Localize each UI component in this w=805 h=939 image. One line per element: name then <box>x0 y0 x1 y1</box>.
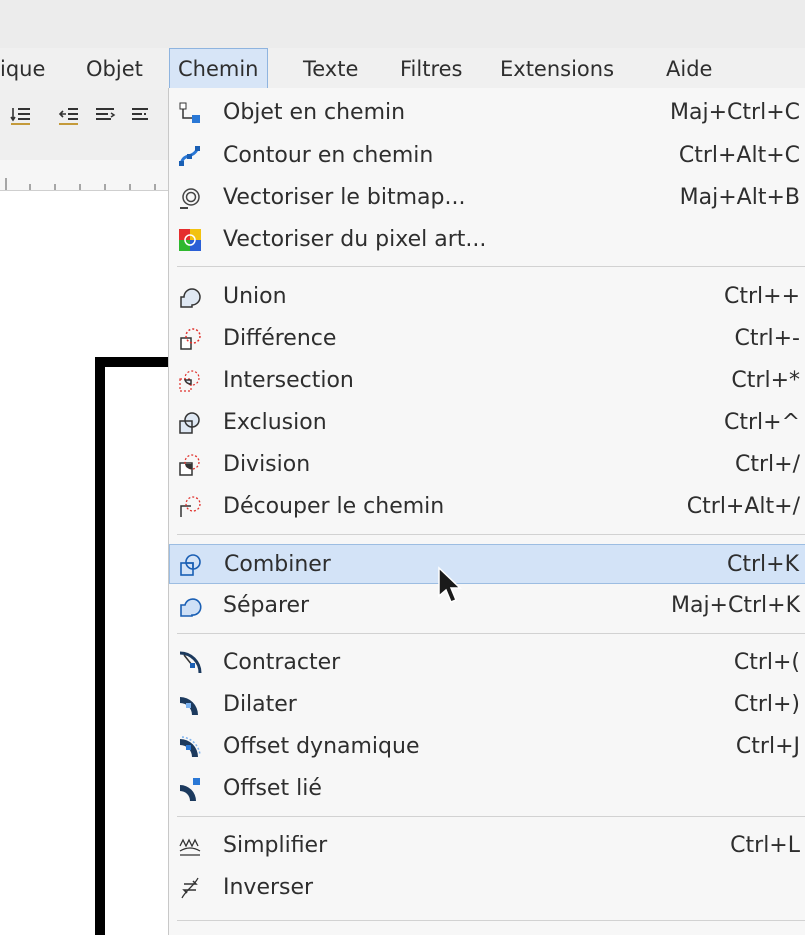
menu-item-exclusion[interactable]: Exclusion Ctrl+^ <box>169 403 805 443</box>
union-icon <box>180 288 201 308</box>
trace-pixel-art-icon <box>179 229 201 251</box>
menu-typographie-partial[interactable]: ique <box>0 48 45 90</box>
menu-filtres[interactable]: Filtres <box>400 48 463 90</box>
menu-item-decouper-le-chemin[interactable]: Découper le chemin Ctrl+Alt+/ <box>169 487 805 527</box>
menu-item-offset-dynamique[interactable]: Offset dynamique Ctrl+J <box>169 727 805 767</box>
reverse-icon <box>181 877 199 899</box>
menu-item-separer[interactable]: Séparer Maj+Ctrl+K <box>169 586 805 626</box>
menu-item-combiner[interactable]: Combiner Ctrl+K <box>169 544 805 584</box>
menu-separator <box>177 266 805 267</box>
menu-item-objet-en-chemin[interactable]: Objet en chemin Maj+Ctrl+C <box>169 93 805 133</box>
stroke-to-path-icon <box>179 146 200 166</box>
menu-separator <box>177 816 805 817</box>
dynamic-offset-icon <box>180 736 201 757</box>
trace-bitmap-icon <box>180 188 200 209</box>
menubar: ique Objet Chemin Texte Filtres Extensio… <box>0 48 805 90</box>
combine-icon <box>180 554 201 576</box>
menu-separator <box>177 920 805 921</box>
menu-item-dilater[interactable]: Dilater Ctrl+) <box>169 685 805 725</box>
menu-item-offset-lie[interactable]: Offset lié <box>169 769 805 809</box>
menu-item-union[interactable]: Union Ctrl++ <box>169 277 805 317</box>
cut-path-icon <box>180 496 201 517</box>
menu-separator <box>177 633 805 634</box>
ruler-ticks <box>5 178 156 190</box>
menu-aide[interactable]: Aide <box>666 48 712 90</box>
canvas-path-shape[interactable] <box>0 191 168 935</box>
menu-item-vectoriser-pixel-art[interactable]: Vectoriser du pixel art... <box>169 220 805 260</box>
mouse-pointer-icon <box>438 566 462 603</box>
simplify-icon <box>179 838 201 856</box>
object-to-path-icon <box>179 102 200 123</box>
menu-item-division[interactable]: Division Ctrl+/ <box>169 445 805 485</box>
menu-item-difference[interactable]: Différence Ctrl+- <box>169 319 805 359</box>
inset-icon <box>179 651 202 674</box>
menu-texte[interactable]: Texte <box>303 48 358 90</box>
break-apart-icon <box>180 598 202 617</box>
bullet-list-icon[interactable] <box>130 104 152 126</box>
menu-chemin[interactable]: Chemin <box>169 48 268 90</box>
menu-separator <box>177 534 805 535</box>
align-bottom-icon[interactable] <box>10 104 32 126</box>
division-icon <box>179 454 200 476</box>
chemin-dropdown-menu: Objet en chemin Maj+Ctrl+C Contour en ch… <box>168 88 805 935</box>
menu-item-contour-en-chemin[interactable]: Contour en chemin Ctrl+Alt+C <box>169 136 805 176</box>
text-toolbar <box>0 90 168 160</box>
text-flow-icon[interactable] <box>94 104 116 126</box>
menu-item-contracter[interactable]: Contracter Ctrl+( <box>169 643 805 683</box>
drawing-canvas[interactable] <box>0 191 168 935</box>
menu-objet[interactable]: Objet <box>86 48 143 90</box>
window-titlebar <box>0 0 805 48</box>
linked-offset-icon <box>180 778 200 801</box>
indent-decrease-icon[interactable] <box>58 104 80 126</box>
menu-item-intersection[interactable]: Intersection Ctrl+* <box>169 361 805 401</box>
menu-item-vectoriser-bitmap[interactable]: Vectoriser le bitmap... Maj+Alt+B <box>169 178 805 218</box>
menu-extensions[interactable]: Extensions <box>500 48 614 90</box>
intersection-icon <box>179 370 200 392</box>
exclusion-icon <box>179 412 200 434</box>
difference-icon <box>180 328 201 350</box>
menu-item-inverser[interactable]: Inverser <box>169 868 805 908</box>
menu-item-simplifier[interactable]: Simplifier Ctrl+L <box>169 826 805 866</box>
outset-icon <box>180 697 198 715</box>
